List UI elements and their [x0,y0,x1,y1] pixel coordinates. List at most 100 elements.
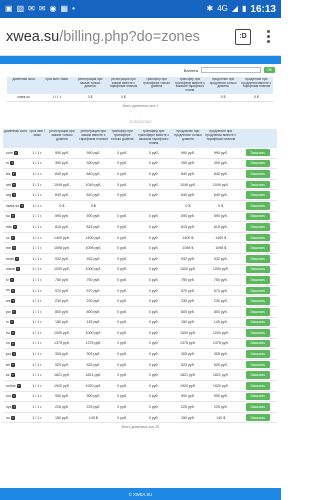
order-button[interactable]: Заказать [245,392,270,401]
clock: 16:13 [250,3,276,15]
currency-select[interactable] [200,67,261,73]
help-icon[interactable]: ? [11,172,16,176]
help-icon[interactable]: ? [9,320,14,325]
order-button[interactable]: Заказать [245,191,270,199]
help-icon[interactable]: ? [10,341,15,346]
help-icon[interactable]: ? [10,415,15,420]
zone-cell: cc? [3,232,28,244]
table-cell: 0 руб. [134,401,173,413]
own-zones-table: доменная зона срок мин / макс регистрация … [7,77,273,102]
order-button[interactable]: Заказать [245,382,270,390]
help-icon[interactable]: ? [12,182,16,187]
table-row: me? 1 / 1 г. 1098 руб. 1098 руб. 0 руб. 0 руб… [3,242,277,254]
table-cell: 815 руб. [46,221,77,233]
table-cell: 0 руб. [109,264,135,276]
order-button[interactable]: Заказать [245,276,270,284]
order-button[interactable]: Заказать [245,339,270,348]
table-cell: 0 руб. [134,306,173,318]
zone-name: pro [6,352,12,357]
order-button[interactable]: Заказать [245,212,270,221]
help-icon[interactable]: ? [9,277,14,282]
order-button[interactable]: Заказать [245,265,270,274]
help-icon[interactable]: ? [12,352,17,357]
order-button[interactable]: Заказать [245,254,270,263]
help-icon[interactable]: ? [12,224,17,229]
help-icon[interactable]: ? [16,383,21,388]
help-icon[interactable]: ? [14,256,19,261]
zone-name: kz [6,373,10,378]
overflow-menu-icon[interactable] [261,30,275,43]
zone-name: pw [6,309,11,314]
order-button[interactable]: Заказать [245,318,270,327]
table-row: ws? 1 / 1 г. 230 руб. 230 руб. 0 руб. 0 руб. 2… [3,295,277,307]
help-icon[interactable]: ? [10,214,15,219]
table-row: rus? 1 / 1 г. 900 руб. 900 руб. 0 руб. 0 руб.… [3,391,277,403]
help-icon[interactable]: ? [12,246,16,251]
table-cell: 900 руб. [202,391,239,403]
order-button[interactable]: Заказать [245,170,270,178]
table-cell: 0 руб. [134,359,173,371]
table-cell: 932 руб. [46,253,77,265]
table-cell: 1 / 1 г. [27,348,47,360]
zone-cell: us? [3,285,28,297]
tabs-button[interactable]: :D [235,28,251,45]
order-button[interactable]: Заказать [245,350,270,358]
order-button[interactable]: Заказать [245,371,270,380]
help-icon[interactable]: ? [10,288,15,293]
order-button[interactable]: Заказать [245,223,270,231]
table-cell: 230 руб. [172,295,203,307]
table-cell: 990 руб. [202,147,239,159]
order-button[interactable]: Заказать [245,360,270,369]
mail-icon: ✉ [28,4,35,13]
order-button[interactable]: Заказать [245,233,270,242]
table-cell: 140 $ [76,412,110,424]
table-cell: 800 руб. [46,306,77,318]
zone-name: mobi [6,256,14,261]
column-header: трансфер при трансфере вместе с заказом … [173,77,207,94]
table-cell: 640 руб. [46,189,77,201]
help-icon[interactable]: ? [10,235,15,240]
help-icon[interactable]: ? [11,309,16,314]
help-icon[interactable]: ? [11,299,16,304]
table-row: kz? 1 / 1 г. 1821 руб. 1821 руб. 0 руб. 0 руб… [3,369,277,382]
order-button[interactable]: Заказать [245,297,270,305]
order-button[interactable]: Заказать [245,307,270,316]
table-cell: 1098 $ [172,242,203,254]
image-icon: ▨ [16,4,25,13]
zone-name: name [6,267,15,272]
action-cell: Заказать [238,253,277,265]
help-icon[interactable]: ? [11,330,15,335]
order-button[interactable]: Заказать [245,329,270,337]
table-cell: 0 $ [172,200,203,212]
help-icon[interactable]: ? [13,150,18,155]
column-header: продление при продлении вместе с тарифны… [202,128,239,148]
order-button[interactable]: Заказать [245,159,270,168]
table-cell: 1 / 1 г. [27,295,47,307]
url-field[interactable]: xwea.su/billing.php?do=zones [6,29,229,45]
order-button[interactable]: Заказать [245,403,270,411]
table-cell: 0 руб. [109,327,135,339]
order-button[interactable]: Заказать [245,148,270,157]
browser-address-bar[interactable]: xwea.su/billing.php?do=zones :D [0,18,281,56]
order-button[interactable]: Заказать [245,201,270,210]
table-cell: 815 руб. [76,221,110,233]
table-cell: 1098 руб. [46,242,77,254]
table-cell: 1 / 1 г. [27,242,47,254]
help-icon[interactable]: ? [20,203,25,208]
help-icon[interactable]: ? [12,193,17,198]
action-cell: Заказать [238,274,277,286]
table-cell: 0 руб. [109,168,135,180]
currency-ok-button[interactable]: OK [263,67,275,73]
help-icon[interactable]: ? [12,394,16,399]
table-cell: 0 руб. [109,242,135,254]
order-button[interactable]: Заказать [245,413,270,422]
help-icon[interactable]: ? [16,267,20,272]
help-icon[interactable]: ? [10,362,15,367]
help-icon[interactable]: ? [10,373,15,378]
help-icon[interactable]: ? [10,161,15,166]
order-button[interactable]: Заказать [245,180,270,189]
order-button[interactable]: Заказать [245,244,270,252]
help-icon[interactable]: ? [12,405,17,410]
order-button[interactable]: Заказать [245,286,270,295]
action-cell: Заказать [238,338,277,350]
